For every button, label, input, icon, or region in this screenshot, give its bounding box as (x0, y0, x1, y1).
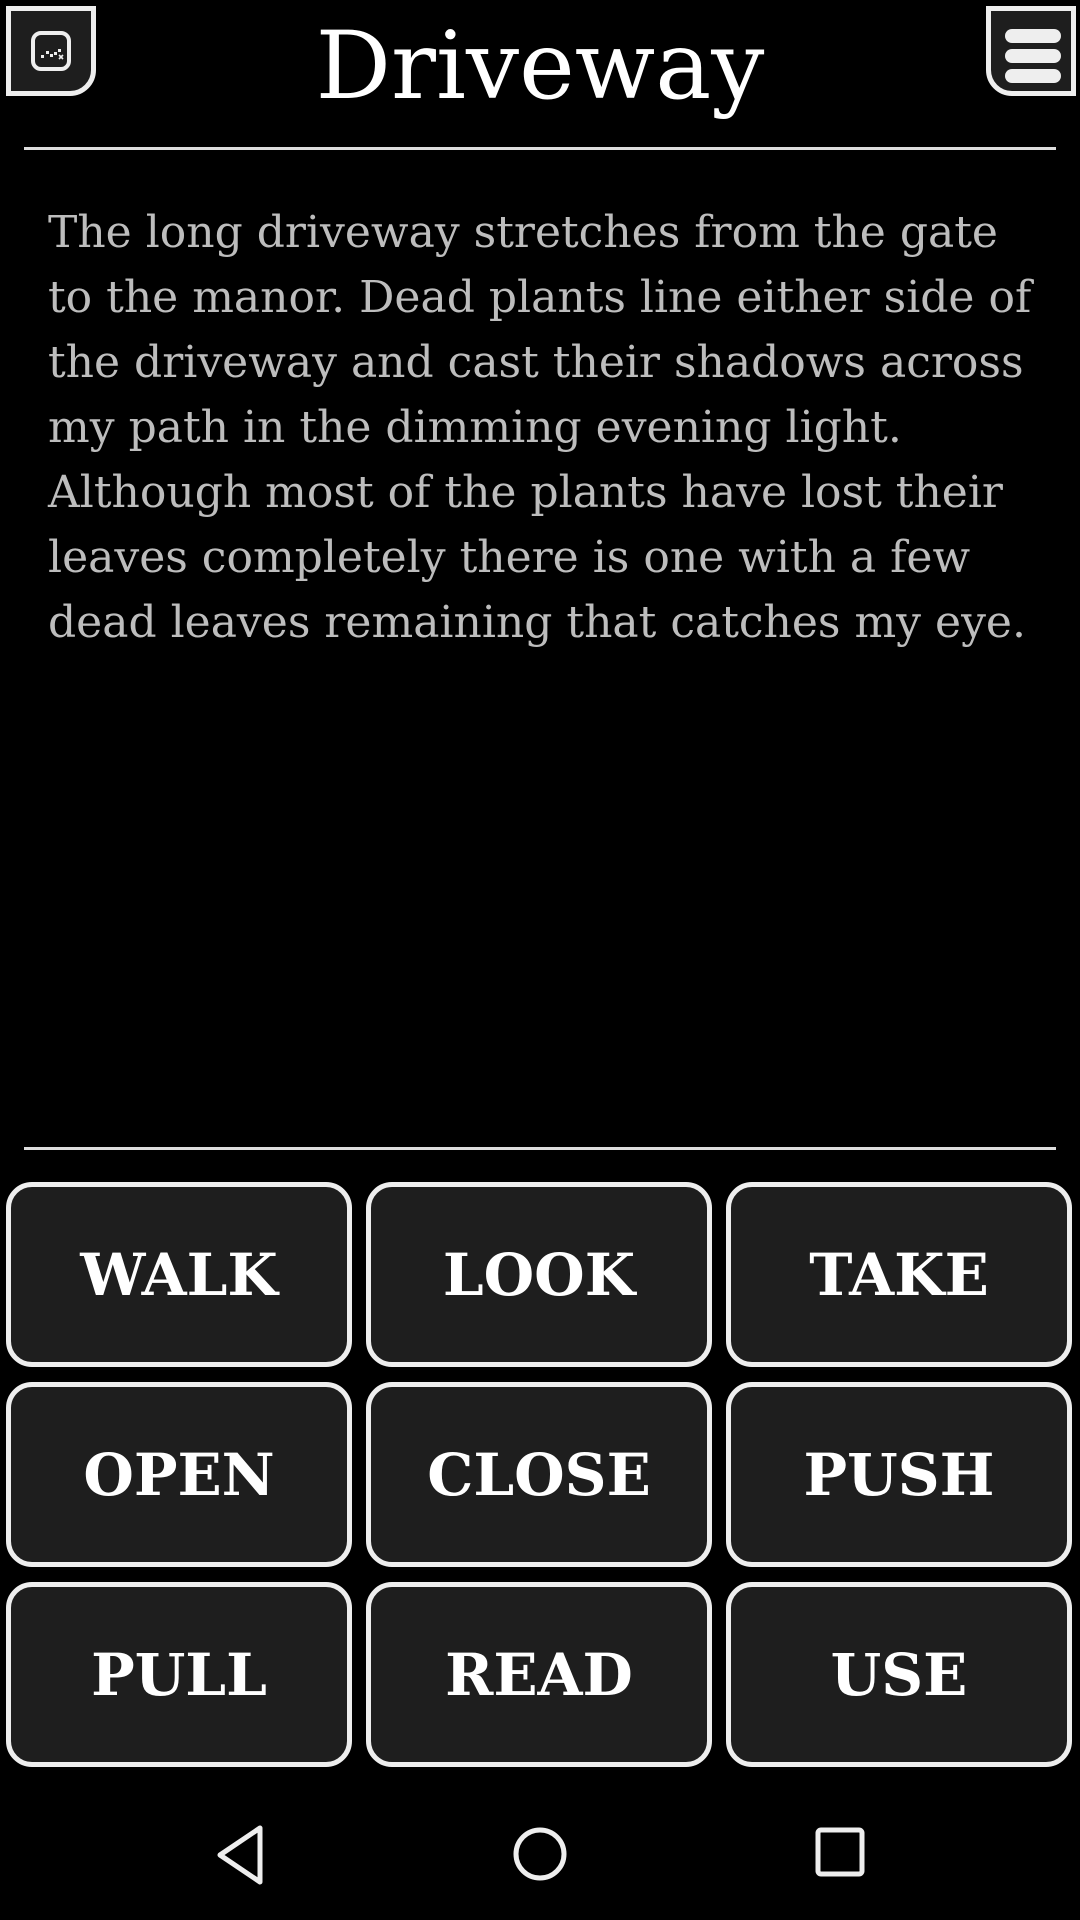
read-button[interactable]: READ (366, 1582, 712, 1767)
use-button[interactable]: USE (726, 1582, 1072, 1767)
take-button[interactable]: TAKE (726, 1182, 1072, 1367)
header-divider (24, 147, 1056, 150)
room-description: The long driveway stretches from the gat… (48, 207, 1032, 648)
menu-button[interactable] (986, 6, 1076, 96)
walk-button[interactable]: WALK (6, 1182, 352, 1367)
verbs-divider (24, 1147, 1056, 1150)
room-title: Driveway (315, 12, 765, 121)
push-button[interactable]: PUSH (726, 1382, 1072, 1567)
open-button[interactable]: OPEN (6, 1382, 352, 1567)
back-triangle-icon[interactable] (210, 1820, 270, 1890)
verb-grid: WALK LOOK TAKE OPEN CLOSE PUSH PULL READ… (6, 1182, 1074, 1767)
home-circle-icon[interactable] (510, 1822, 570, 1886)
close-button[interactable]: CLOSE (366, 1382, 712, 1567)
system-navbar (0, 1800, 1080, 1920)
pull-button[interactable]: PULL (6, 1582, 352, 1767)
look-button[interactable]: LOOK (366, 1182, 712, 1367)
recents-square-icon[interactable] (812, 1824, 868, 1880)
hamburger-menu-icon (1005, 29, 1061, 89)
